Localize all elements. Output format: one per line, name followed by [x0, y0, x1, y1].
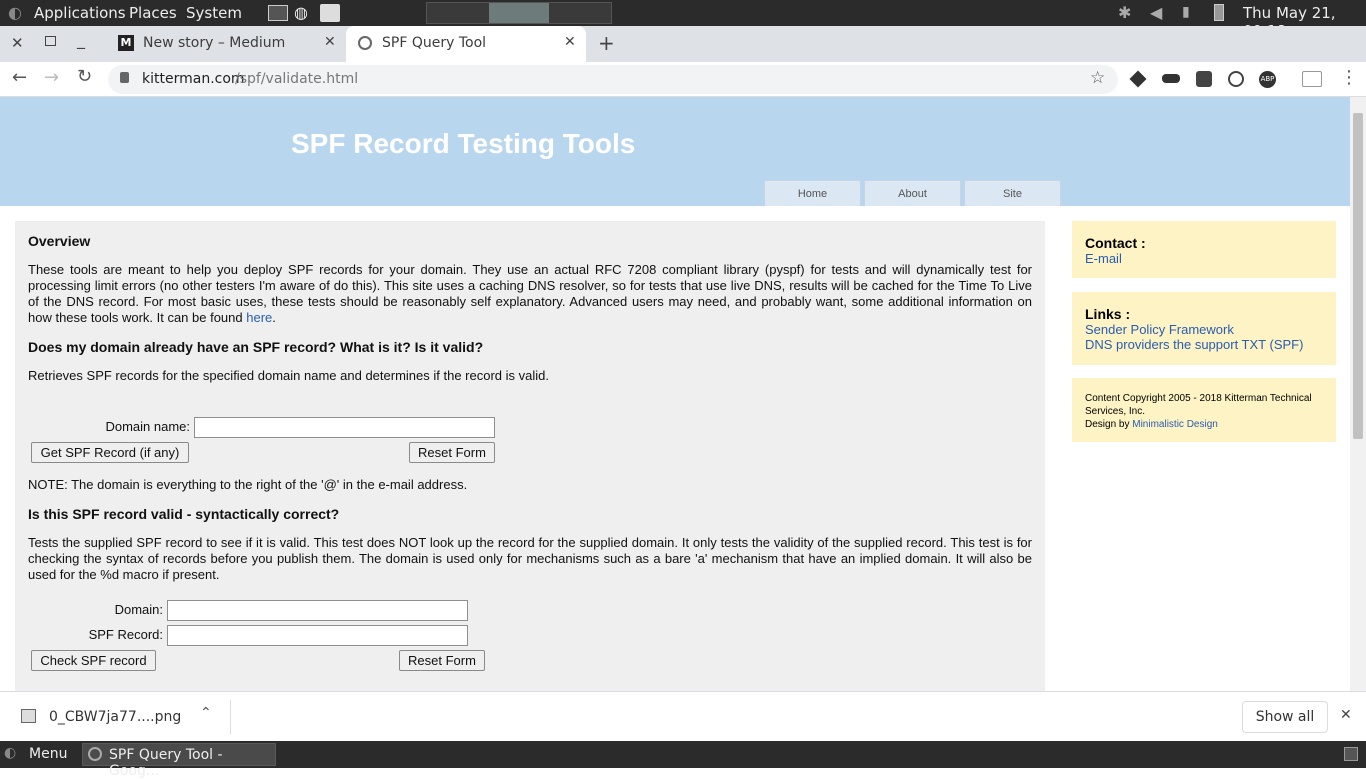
domain-note: NOTE: The domain is everything to the ri… [28, 477, 468, 492]
taskbar-window-title: SPF Query Tool - Goog... [109, 747, 223, 779]
extension-icon[interactable] [1228, 71, 1244, 87]
network-icon[interactable]: ▮ [1182, 4, 1190, 20]
browser-tab-bar: ✕ _ M New story – Medium ✕ SPF Query Too… [0, 26, 1366, 62]
nav-about[interactable]: About [864, 180, 961, 206]
dns-providers-link[interactable]: DNS providers the support TXT (SPF) [1085, 337, 1323, 352]
section-validate-heading: Is this SPF record valid - syntactically… [28, 506, 340, 522]
tab-title: SPF Query Tool [382, 35, 487, 51]
page-viewport: SPF Record Testing Tools Home About Site… [0, 97, 1350, 691]
sidebar-contact: Contact : E-mail [1072, 221, 1336, 278]
new-tab-icon[interactable]: + [598, 31, 615, 55]
domain-input[interactable] [167, 600, 468, 621]
spf-record-label: SPF Record: [88, 627, 163, 642]
section-lookup-heading: Does my domain already have an SPF recor… [28, 339, 484, 355]
show-desktop-icon[interactable] [1344, 747, 1358, 761]
contact-heading: Contact : [1085, 235, 1146, 251]
volume-icon[interactable]: ◀ [1150, 3, 1162, 22]
lock-icon[interactable] [120, 72, 129, 83]
overview-text: These tools are meant to help you deploy… [28, 262, 1032, 325]
distro-logo-icon[interactable]: ◐ [8, 3, 22, 22]
desktop-taskbar: ◐ Menu SPF Query Tool - Goog... [0, 741, 1366, 779]
tab-close-icon[interactable]: ✕ [564, 34, 576, 50]
close-downloads-icon[interactable]: ✕ [1340, 707, 1352, 723]
workspace-switcher[interactable] [426, 2, 612, 24]
domain-name-label: Domain name: [105, 419, 190, 434]
overview-heading: Overview [28, 233, 91, 249]
chrome-icon [88, 747, 102, 761]
forward-icon[interactable]: → [44, 67, 59, 88]
browser-launcher-icon[interactable]: ◍ [294, 3, 308, 22]
browser-menu-icon[interactable]: ⋮ [1340, 67, 1358, 88]
menu-places[interactable]: Places [129, 4, 177, 22]
section-lookup-text: Retrieves SPF records for the specified … [28, 368, 549, 383]
sidebar-copyright: Content Copyright 2005 - 2018 Kitterman … [1072, 378, 1336, 442]
links-heading: Links : [1085, 306, 1131, 322]
domain-name-input[interactable] [194, 417, 495, 438]
chevron-up-icon[interactable]: ⌃ [200, 705, 212, 721]
bookmark-star-icon[interactable]: ☆ [1090, 68, 1105, 88]
menu-system[interactable]: System [186, 4, 242, 22]
bluetooth-icon[interactable]: ✱ [1118, 3, 1131, 22]
reset-form-button[interactable]: Reset Form [409, 442, 495, 463]
extension-icon[interactable] [1196, 71, 1212, 87]
terminal-launcher-icon[interactable] [268, 5, 288, 21]
tab-title: New story – Medium [143, 35, 286, 51]
main-content: Overview These tools are meant to help y… [15, 221, 1045, 691]
image-file-icon [21, 709, 36, 723]
get-spf-record-button[interactable]: Get SPF Record (if any) [31, 442, 189, 463]
medium-favicon-icon: M [118, 35, 134, 51]
check-spf-record-button[interactable]: Check SPF record [31, 650, 156, 671]
download-filename[interactable]: 0_CBW7ja77....png [49, 709, 181, 725]
battery-icon[interactable] [1214, 4, 1224, 21]
window-restore-icon[interactable] [45, 36, 56, 46]
tab-spf-query-tool[interactable]: SPF Query Tool ✕ [346, 26, 586, 62]
nav-site[interactable]: Site [964, 180, 1061, 206]
globe-favicon-icon [358, 36, 372, 50]
spf-link[interactable]: Sender Policy Framework [1085, 322, 1323, 337]
nav-home[interactable]: Home [764, 180, 861, 206]
extension-icon[interactable] [1129, 70, 1147, 88]
back-icon[interactable]: ← [12, 67, 27, 88]
window-minimize-icon[interactable]: _ [77, 30, 85, 49]
incognito-extension-icon[interactable] [1162, 74, 1180, 83]
tab-close-icon[interactable]: ✕ [324, 34, 336, 50]
scrollbar-thumb[interactable] [1353, 113, 1363, 439]
taskbar-menu-button[interactable]: Menu [29, 746, 67, 762]
email-link[interactable]: E-mail [1085, 251, 1122, 266]
window-close-icon[interactable]: ✕ [11, 34, 24, 52]
minimalistic-design-link[interactable]: Minimalistic Design [1132, 419, 1218, 430]
copyright-text: Content Copyright 2005 - 2018 Kitterman … [1085, 393, 1312, 417]
text-editor-launcher-icon[interactable] [320, 4, 340, 22]
show-all-button[interactable]: Show all [1242, 701, 1328, 733]
spf-record-input[interactable] [167, 625, 468, 646]
address-bar[interactable]: kitterman.com/spf/validate.html ☆ [108, 65, 1118, 94]
desktop-top-panel: ◐ Applications Places System ◍ ✱ ◀ ▮ Thu… [0, 0, 1366, 40]
page-scrollbar[interactable] [1350, 97, 1366, 691]
design-credit: Design by Minimalistic Design [1085, 419, 1218, 430]
reset-form-button-2[interactable]: Reset Form [399, 650, 485, 671]
sidebar-links: Links : Sender Policy Framework DNS prov… [1072, 292, 1336, 365]
url-domain: kitterman.com [142, 71, 245, 87]
section-validate-text: Tests the supplied SPF record to see if … [28, 535, 1032, 582]
site-title: SPF Record Testing Tools [291, 128, 636, 159]
url-path: /spf/validate.html [235, 71, 359, 87]
menu-logo-icon: ◐ [4, 745, 17, 761]
divider [230, 700, 231, 734]
adblock-icon[interactable]: ABP [1259, 71, 1276, 88]
overview-here-link[interactable]: here [246, 310, 272, 325]
taskbar-window-button[interactable]: SPF Query Tool - Goog... [82, 743, 276, 779]
domain-label: Domain: [114, 602, 163, 617]
tab-medium[interactable]: M New story – Medium ✕ [106, 26, 346, 62]
downloads-bar: 0_CBW7ja77....png ⌃ Show all ✕ [0, 691, 1366, 741]
translate-extension-icon[interactable] [1302, 71, 1322, 87]
menu-applications[interactable]: Applications [34, 4, 126, 22]
reload-icon[interactable]: ↻ [77, 66, 92, 87]
browser-toolbar: ← → ↻ kitterman.com/spf/validate.html ☆ … [0, 62, 1366, 97]
site-header: SPF Record Testing Tools Home About Site [0, 97, 1350, 206]
